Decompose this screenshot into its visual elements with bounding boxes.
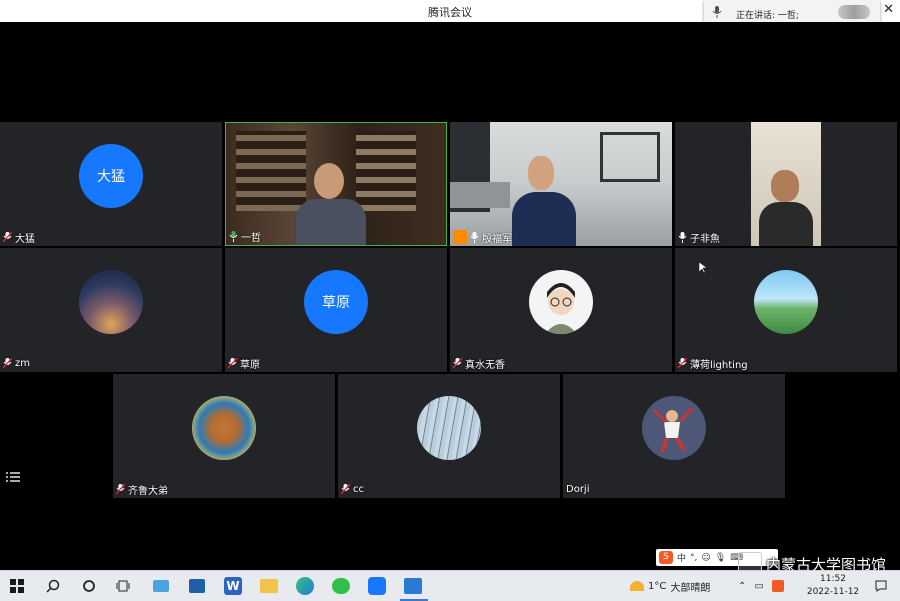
participant-name: 齐鲁大弟 [128, 485, 168, 497]
participant-name: Dorji [566, 483, 590, 495]
participant-name: 真水无香 [465, 359, 505, 371]
participant-name: zm [15, 357, 30, 369]
mic-muted-icon [453, 357, 462, 368]
mouse-cursor-icon [699, 262, 707, 274]
participant-name-label: Dorji [566, 482, 590, 496]
windows-taskbar: W 1°C 大部晴朗 ⌃ ▭ 11:52 2022-11-12 [0, 570, 900, 601]
participant-name: 子非魚 [690, 233, 720, 245]
participant-tile[interactable]: 殷福军 [450, 122, 672, 246]
participant-name: 大猛 [15, 233, 35, 245]
weather-condition: 大部晴朗 [670, 582, 711, 594]
video-feed-portrait [751, 122, 821, 246]
participant-name-label: 一哲 [229, 229, 261, 244]
microphone-icon [678, 231, 687, 243]
mic-muted-icon [116, 483, 125, 494]
mic-active-icon [229, 230, 238, 242]
weather-widget[interactable]: 1°C 大部晴朗 [630, 571, 710, 601]
mic-muted-icon [678, 357, 687, 368]
participant-tile[interactable]: Dorji [563, 374, 785, 498]
sogou-icon: S [659, 551, 673, 564]
microphone-icon[interactable]: 🎙 [715, 553, 726, 563]
task-view-icon[interactable] [112, 575, 134, 597]
participant-name: 草原 [240, 359, 260, 371]
avatar [192, 396, 256, 460]
avatar [529, 270, 593, 334]
wechat-icon[interactable] [330, 575, 352, 597]
participant-tile[interactable]: 真水无香 [450, 248, 672, 372]
notification-icon[interactable] [870, 575, 892, 597]
participant-tile[interactable]: zm [0, 248, 222, 372]
participant-name: cc [353, 483, 364, 495]
avatar [417, 396, 481, 460]
media-player-icon[interactable] [402, 575, 424, 597]
video-feed-bookshelf-speaker [226, 123, 446, 245]
participant-tile[interactable]: cc [338, 374, 560, 498]
participant-name-label: 大猛 [3, 230, 35, 245]
cortana-icon[interactable] [78, 575, 100, 597]
avatar: 草原 [304, 270, 368, 334]
avatar [754, 270, 818, 334]
participant-name-label: 子非魚 [678, 230, 720, 245]
participant-name-label: 薄荷lighting [678, 356, 748, 371]
participant-name-label: cc [341, 482, 364, 496]
video-grid: 大猛 大猛 一哲 殷福军 子非魚 zm 草原 草原 真水无香 薄荷lightin… [0, 22, 900, 570]
participant-tile[interactable]: 子非魚 [675, 122, 897, 246]
system-clock[interactable]: 11:52 2022-11-12 [800, 573, 866, 599]
tencent-meeting-icon[interactable] [366, 575, 388, 597]
participant-tile[interactable]: 齐鲁大弟 [113, 374, 335, 498]
dancing-figure-avatar [652, 407, 694, 453]
cartoon-boy-avatar [545, 283, 577, 334]
avatar [79, 270, 143, 334]
start-icon[interactable] [6, 575, 28, 597]
host-badge-icon [453, 230, 467, 244]
participant-name-label: 齐鲁大弟 [116, 482, 168, 497]
avatar [642, 396, 706, 460]
edge-icon[interactable] [294, 575, 316, 597]
network-icon[interactable]: ▭ [754, 581, 763, 592]
participant-tile[interactable]: 薄荷lighting [675, 248, 897, 372]
avatar: 大猛 [79, 144, 143, 208]
store-icon[interactable] [186, 575, 208, 597]
file-manager-icon[interactable] [150, 575, 172, 597]
participant-tile-active-speaker[interactable]: 一哲 [225, 122, 447, 246]
mic-muted-icon [3, 231, 12, 242]
participant-name-label: zm [3, 356, 30, 370]
microphone-icon [470, 231, 479, 243]
speaker-avatar-blur [838, 5, 870, 19]
participant-name-label: 草原 [228, 356, 260, 371]
chevron-up-icon[interactable]: ⌃ [738, 581, 746, 592]
sogou-tray-icon[interactable] [771, 580, 784, 592]
participant-name: 薄荷lighting [690, 359, 748, 371]
participant-tile[interactable]: 草原 草原 [225, 248, 447, 372]
word-icon[interactable]: W [222, 575, 244, 597]
weather-temp: 1°C [648, 580, 667, 592]
participant-name-label: 真水无香 [453, 356, 505, 371]
participant-list-icon[interactable] [6, 471, 20, 483]
ime-mode-label[interactable]: 中 [677, 551, 686, 564]
search-icon[interactable] [42, 575, 64, 597]
mic-muted-icon [3, 357, 12, 368]
clock-date: 2022-11-12 [806, 587, 860, 597]
system-tray: ⌃ ▭ [738, 571, 784, 601]
weather-sun-icon [630, 581, 644, 591]
participant-name: 殷福军 [482, 233, 512, 245]
explorer-icon[interactable] [258, 575, 280, 597]
punctuation-icon[interactable]: °, [690, 553, 697, 563]
speaking-text: 正在讲话: 一哲; [736, 11, 799, 21]
mic-muted-icon [228, 357, 237, 368]
mic-muted-icon [341, 483, 350, 494]
participant-name-label: 殷福军 [453, 230, 512, 245]
emoji-icon[interactable]: ☺ [701, 553, 710, 563]
participant-tile[interactable]: 大猛 大猛 [0, 122, 222, 246]
close-icon[interactable]: ✕ [883, 2, 894, 17]
clock-time: 11:52 [820, 574, 846, 584]
microphone-icon [712, 6, 722, 18]
video-feed-living-room [450, 122, 672, 246]
participant-name: 一哲 [241, 232, 261, 244]
